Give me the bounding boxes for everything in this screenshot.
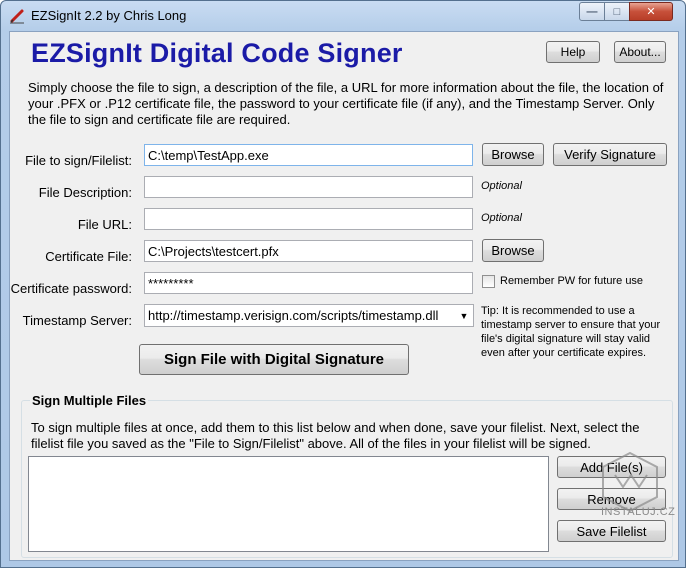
save-filelist-button[interactable]: Save Filelist xyxy=(557,520,666,542)
about-button[interactable]: About... xyxy=(614,41,666,63)
sign-file-button[interactable]: Sign File with Digital Signature xyxy=(139,344,409,375)
certificate-file-label: Certificate File: xyxy=(45,249,132,264)
title-bar[interactable]: EZSignIt 2.2 by Chris Long — □ ✕ xyxy=(1,1,685,31)
chevron-down-icon[interactable]: ▼ xyxy=(457,307,471,324)
verify-signature-button[interactable]: Verify Signature xyxy=(553,143,667,166)
certificate-file-input[interactable]: C:\Projects\testcert.pfx xyxy=(144,240,473,262)
page-title: EZSignIt Digital Code Signer xyxy=(31,38,403,68)
client-area: EZSignIt Digital Code Signer Help About.… xyxy=(9,31,679,561)
minimize-icon: — xyxy=(586,5,598,18)
close-icon: ✕ xyxy=(646,6,656,18)
description-optional-hint: Optional xyxy=(481,180,522,192)
sign-multiple-title: Sign Multiple Files xyxy=(30,393,149,408)
timestamp-server-label: Timestamp Server: xyxy=(22,313,132,328)
file-url-label: File URL: xyxy=(77,217,132,232)
url-optional-hint: Optional xyxy=(481,212,522,224)
file-url-input[interactable] xyxy=(144,208,473,230)
sign-multiple-text: To sign multiple files at once, add them… xyxy=(31,420,640,451)
browse-file-button[interactable]: Browse xyxy=(482,143,544,166)
timestamp-server-value: http://timestamp.verisign.com/scripts/ti… xyxy=(148,308,439,323)
browse-certificate-button[interactable]: Browse xyxy=(482,239,544,262)
certificate-password-input[interactable]: ********* xyxy=(144,272,473,294)
file-description-label: File Description: xyxy=(38,185,132,200)
certificate-password-label: Certificate password: xyxy=(10,281,132,296)
remember-password-label[interactable]: Remember PW for future use xyxy=(500,275,643,287)
timestamp-tip: Tip: It is recommended to use a timestam… xyxy=(481,305,661,359)
file-to-sign-input[interactable]: C:\temp\TestApp.exe xyxy=(144,144,473,166)
help-button[interactable]: Help xyxy=(546,41,600,63)
intro-text: Simply choose the file to sign, a descri… xyxy=(28,80,664,127)
watermark-text: INSTALUJ.CZ xyxy=(601,506,676,518)
filelist-listbox[interactable] xyxy=(28,456,549,552)
close-button[interactable]: ✕ xyxy=(629,2,673,21)
file-description-input[interactable] xyxy=(144,176,473,198)
maximize-button[interactable]: □ xyxy=(604,2,630,21)
file-to-sign-label: File to sign/Filelist: xyxy=(25,153,132,168)
timestamp-server-select[interactable]: http://timestamp.verisign.com/scripts/ti… xyxy=(144,304,474,327)
remember-password-checkbox[interactable] xyxy=(482,275,495,288)
maximize-icon: □ xyxy=(613,5,621,18)
window-title: EZSignIt 2.2 by Chris Long xyxy=(31,8,187,23)
pen-icon xyxy=(10,9,24,24)
app-window: EZSignIt 2.2 by Chris Long — □ ✕ EZSignI… xyxy=(0,0,686,568)
minimize-button[interactable]: — xyxy=(579,2,605,21)
